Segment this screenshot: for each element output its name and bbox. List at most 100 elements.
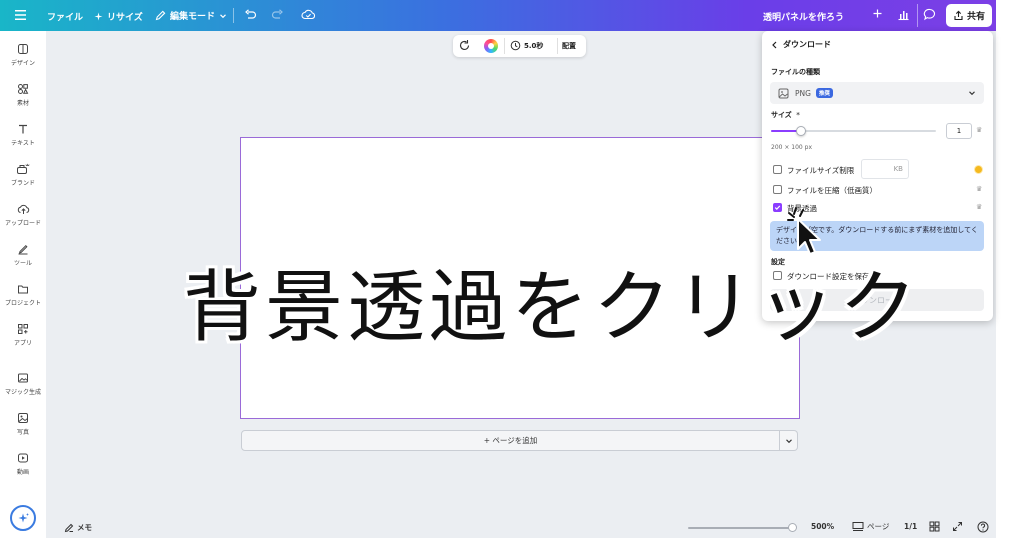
help-icon [977, 521, 989, 533]
color-wheel-icon [488, 43, 494, 49]
recommended-badge: 推奨 [815, 88, 833, 98]
chevron-down-icon [220, 13, 226, 18]
bottom-status-bar: メモ 500% ページ 1/1 [46, 518, 996, 538]
grid-view-button[interactable] [929, 521, 940, 532]
folder-icon [18, 285, 28, 294]
compress-label: ファイルを圧縮（低画質） [787, 186, 877, 195]
help-button[interactable] [977, 521, 989, 533]
notes-button[interactable]: メモ [64, 522, 92, 533]
pencil-icon [155, 10, 166, 21]
top-toolbar: ファイル リサイズ 編集モード 透明パネルを作ろう 共有 [0, 0, 996, 31]
sidebar-item-label: デザイン [10, 60, 35, 67]
page-count-value: 1/1 [904, 522, 918, 531]
file-type-value: PNG [795, 88, 811, 98]
resize-button[interactable]: リサイズ [94, 10, 143, 23]
add-page-label: + ページを追加 [483, 436, 538, 445]
edit-mode-label: 編集モード [170, 12, 216, 22]
crown-icon: ♛ [976, 185, 983, 193]
size-slider-thumb[interactable] [795, 126, 806, 136]
share-button[interactable]: 共有 [946, 4, 992, 27]
notes-icon [64, 523, 74, 532]
design-icon [18, 44, 28, 54]
notes-label: メモ [77, 523, 92, 532]
sidebar-item-photos[interactable]: 写真 [0, 412, 46, 436]
sidebar-item-projects[interactable]: プロジェクト [0, 283, 46, 307]
position-button[interactable]: 配置 [562, 41, 576, 51]
sidebar-item-label: 写真 [16, 429, 29, 436]
zoom-slider-thumb[interactable] [788, 523, 797, 532]
resize-label: リサイズ [107, 13, 143, 23]
photo-icon [18, 413, 28, 423]
apps-icon [18, 324, 28, 334]
sidebar-item-design[interactable]: デザイン [0, 43, 46, 67]
sidebar-item-label: 素材 [16, 100, 29, 107]
toolbar-divider [557, 38, 558, 54]
edit-mode-dropdown[interactable]: 編集モード [155, 9, 227, 22]
file-menu-label: ファイル [47, 13, 84, 23]
refresh-button[interactable] [458, 39, 471, 54]
sidebar-item-magic-media[interactable]: マジック生成 [0, 372, 46, 396]
share-label: 共有 [966, 12, 985, 22]
chevron-down-icon [785, 438, 792, 443]
menu-button[interactable] [14, 9, 27, 21]
document-title[interactable]: 透明パネルを作ろう [763, 10, 844, 23]
insights-button[interactable] [897, 8, 910, 21]
sidebar-item-label: ツール [13, 260, 32, 267]
cloud-save-button[interactable] [301, 8, 316, 21]
page-floating-toolbar: 5.0秒 配置 [453, 35, 586, 57]
toolbar-divider [233, 8, 234, 23]
duration-text: 5.0秒 [524, 41, 544, 50]
add-button[interactable] [872, 8, 883, 19]
file-size-limit-input[interactable]: KB [861, 159, 909, 179]
zoom-level[interactable]: 500% [811, 522, 834, 531]
cloud-check-icon [301, 9, 316, 20]
speech-bubble-icon [923, 8, 936, 21]
redo-button[interactable] [271, 9, 284, 21]
timing-button[interactable]: 5.0秒 [510, 40, 543, 51]
hamburger-icon [15, 10, 26, 20]
size-heading: サイズ * [771, 110, 800, 120]
add-page-options-button[interactable] [780, 430, 798, 451]
pages-button[interactable]: ページ [852, 521, 889, 532]
sidebar-item-label: アップロード [4, 220, 41, 227]
sidebar-item-draw[interactable]: ツール [0, 243, 46, 267]
transparent-background-checkbox[interactable] [773, 203, 782, 212]
image-file-icon [778, 88, 789, 98]
sidebar-item-uploads[interactable]: アップロード [0, 203, 46, 227]
plus-icon [873, 9, 882, 18]
sidebar-item-label: マジック生成 [4, 389, 41, 396]
zoom-slider[interactable] [688, 523, 797, 532]
sidebar-item-label: テキスト [11, 140, 35, 147]
magic-assistant-button[interactable] [10, 505, 36, 531]
magic-sparkle-icon [18, 512, 29, 522]
comments-button[interactable] [923, 8, 937, 21]
compress-checkbox[interactable] [773, 185, 782, 194]
sparkle-icon [94, 12, 103, 21]
download-panel-header[interactable]: ダウンロード [771, 39, 831, 50]
video-icon [18, 453, 28, 463]
undo-button[interactable] [244, 9, 257, 21]
color-wheel-button[interactable] [484, 39, 498, 53]
sidebar-item-apps[interactable]: アプリ [0, 323, 46, 347]
file-type-heading: ファイルの種類 [771, 68, 820, 76]
download-panel-title: ダウンロード [783, 40, 831, 49]
pages-label: ページ [867, 522, 890, 531]
sidebar-item-brand[interactable]: ブランド [0, 163, 46, 187]
file-menu-button[interactable]: ファイル [47, 10, 83, 23]
share-upload-icon [954, 10, 963, 21]
chevron-down-icon [969, 91, 975, 96]
pages-icon [852, 522, 864, 531]
size-input[interactable]: 1 [946, 123, 972, 139]
grid-icon [929, 521, 940, 532]
fullscreen-button[interactable] [952, 521, 963, 532]
left-sidebar: デザイン 素材 テキスト ブランド アップロード ツール プロジェクト アプリ … [0, 31, 46, 538]
sidebar-item-elements[interactable]: 素材 [0, 83, 46, 107]
size-label: サイズ [771, 111, 792, 119]
sidebar-item-text[interactable]: テキスト [0, 123, 46, 147]
sidebar-item-videos[interactable]: 動画 [0, 452, 46, 476]
file-type-select[interactable]: PNG 推奨 [770, 82, 984, 104]
file-size-limit-checkbox[interactable] [773, 165, 782, 174]
add-page-button[interactable]: + ページを追加 [241, 430, 780, 451]
clock-icon [510, 40, 521, 51]
toolbar-divider [504, 38, 505, 54]
